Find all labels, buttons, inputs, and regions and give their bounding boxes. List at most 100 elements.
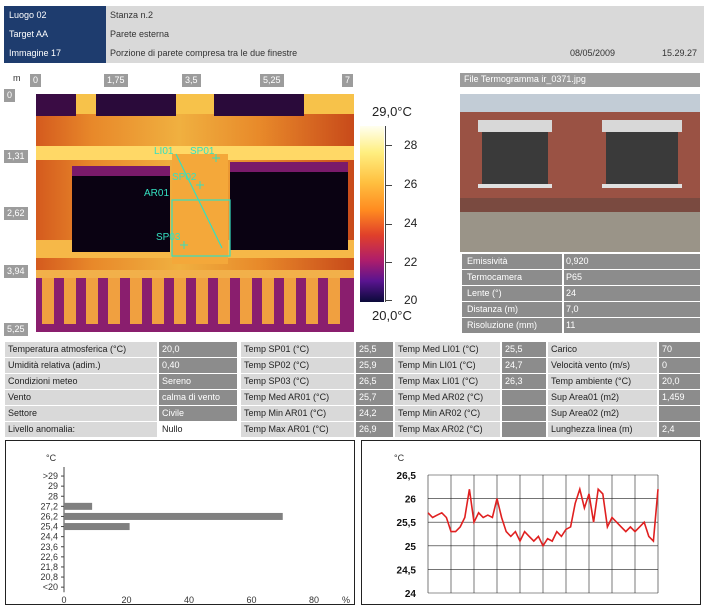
- line-profile-panel: °C 26,5 26 25,5 25 24,5 24: [361, 440, 701, 605]
- marker-sp03[interactable]: SP03: [156, 232, 180, 243]
- h-ruler-3: 5,25: [260, 74, 284, 87]
- grid-key: Temp Min AR02 (°C): [395, 406, 500, 421]
- header-date: 08/05/2009: [570, 48, 616, 58]
- scale-max-label: 29,0°C: [372, 104, 412, 119]
- grid-key: Umidità relativa (adim.): [5, 358, 157, 373]
- scale-label-26: 26: [404, 177, 418, 191]
- grid-key: Carico: [548, 342, 657, 357]
- h-ruler-1: 1,75: [104, 74, 128, 87]
- grid-key: Temp ambiente (°C): [548, 374, 657, 389]
- param-value: 24: [564, 286, 700, 301]
- scale-min-label: 20,0°C: [372, 308, 412, 323]
- scale-tick-28: [386, 145, 392, 146]
- param-key: Termocamera: [462, 270, 562, 285]
- grid-key: Temp SP01 (°C): [241, 342, 354, 357]
- marker-sp01[interactable]: SP01: [190, 146, 214, 157]
- hist-bar: [64, 523, 130, 531]
- header-time: 15.29.27: [662, 48, 698, 58]
- scale-axis-line: [385, 126, 386, 302]
- line-y-tick-label: 25: [405, 542, 417, 553]
- grid-key: Temp Max LI01 (°C): [395, 374, 500, 389]
- thermogram-svg: [36, 94, 354, 332]
- grid-key: Lunghezza linea (m): [548, 422, 657, 437]
- hist-x-tick-label: 60: [246, 595, 256, 604]
- grid-value: 0: [659, 358, 700, 373]
- hist-category-label: 28: [48, 491, 58, 501]
- grid-value: 26,9: [356, 422, 393, 437]
- hist-x-tick-label: 0: [61, 595, 66, 604]
- hist-category-label: 21,8: [40, 562, 58, 572]
- thermogram-image[interactable]: LI01 SP01 SP02 AR01 SP03: [36, 94, 354, 332]
- scale-tick-24: [386, 224, 392, 225]
- line-y-unit: °C: [394, 453, 405, 463]
- hist-y-unit: °C: [46, 453, 57, 463]
- header-key-image: Immagine 17: [4, 44, 106, 63]
- grid-key: Condizioni meteo: [5, 374, 157, 389]
- hist-x-tick-label: 20: [121, 595, 131, 604]
- param-value: 7,0: [564, 302, 700, 317]
- grid-key: Temperatura atmosferica (°C): [5, 342, 157, 357]
- grid-value: 25,9: [356, 358, 393, 373]
- marker-ar01[interactable]: AR01: [144, 188, 169, 199]
- grid-key: Sup Area01 (m2): [548, 390, 657, 405]
- header-value-image: Porzione di parete compresa tra le due f…: [110, 48, 298, 58]
- grid-key: Velocità vento (m/s): [548, 358, 657, 373]
- grid-key: Temp Max AR02 (°C): [395, 422, 500, 437]
- v-ruler-4: 5,25: [4, 323, 28, 336]
- param-row-emissivity: Emissività 0,920: [462, 254, 700, 269]
- scale-tick-22: [386, 262, 392, 263]
- scale-label-20: 20: [404, 293, 418, 307]
- scale-tick-20: [386, 300, 392, 301]
- grid-value: 24,7: [502, 358, 546, 373]
- param-row-resolution: Risoluzione (mm) 11: [462, 318, 700, 333]
- grid-key: Temp Max AR01 (°C): [241, 422, 354, 437]
- grid-value: 25,7: [356, 390, 393, 405]
- param-row-camera: Termocamera P65: [462, 270, 700, 285]
- grid-key: Sup Area02 (m2): [548, 406, 657, 421]
- hist-bar: [64, 502, 93, 510]
- grid-value: Nullo: [159, 422, 237, 437]
- photo-svg: [460, 94, 700, 252]
- marker-li01[interactable]: LI01: [154, 146, 173, 157]
- hist-category-label: 26,2: [40, 511, 58, 521]
- v-ruler-3: 3,94: [4, 265, 28, 278]
- header-row-luogo: Luogo 02 Stanza n.2: [4, 6, 704, 25]
- hist-x-tick-label: 40: [184, 595, 194, 604]
- ruler-unit-label: m: [13, 73, 21, 83]
- param-value: P65: [564, 270, 700, 285]
- h-ruler-4: 7: [342, 74, 354, 87]
- grid-key: Settore: [5, 406, 157, 421]
- grid-key: Temp Med LI01 (°C): [395, 342, 500, 357]
- grid-value: 26,3: [502, 374, 546, 389]
- header-row-target: Target AA Parete esterna: [4, 25, 704, 44]
- marker-sp02[interactable]: SP02: [172, 172, 196, 183]
- param-value: 0,920: [564, 254, 700, 269]
- hist-category-label: 22,6: [40, 552, 58, 562]
- grid-key: Temp Med AR01 (°C): [241, 390, 354, 405]
- grid-value: 0,40: [159, 358, 237, 373]
- hist-x-unit: %: [342, 595, 350, 604]
- param-key: Lente (°): [462, 286, 562, 301]
- param-row-lens: Lente (°) 24: [462, 286, 700, 301]
- hist-category-label: 23,6: [40, 542, 58, 552]
- hist-category-label: 20,8: [40, 572, 58, 582]
- param-value: 11: [564, 318, 700, 333]
- param-row-distance: Distanza (m) 7,0: [462, 302, 700, 317]
- h-ruler-0: 0: [30, 74, 42, 87]
- v-ruler-2: 2,62: [4, 207, 28, 220]
- grid-value: calma di vento: [159, 390, 237, 405]
- line-y-tick-label: 26: [405, 495, 417, 506]
- grid-value: 20,0: [159, 342, 237, 357]
- grid-key: Temp Min AR01 (°C): [241, 406, 354, 421]
- grid-value: 1,459: [659, 390, 700, 405]
- histogram-chart: °C >29292827,226,225,424,423,622,621,820,…: [40, 453, 350, 604]
- scale-tick-26: [386, 185, 392, 186]
- hist-category-label: 24,4: [40, 532, 58, 542]
- hist-x-tick-label: 80: [309, 595, 319, 604]
- hist-category-label: <20: [43, 582, 58, 592]
- visible-photo[interactable]: [460, 94, 700, 252]
- param-key: Emissività: [462, 254, 562, 269]
- grid-key: Temp SP02 (°C): [241, 358, 354, 373]
- line-y-tick-label: 26,5: [397, 471, 417, 482]
- grid-key: Temp SP03 (°C): [241, 374, 354, 389]
